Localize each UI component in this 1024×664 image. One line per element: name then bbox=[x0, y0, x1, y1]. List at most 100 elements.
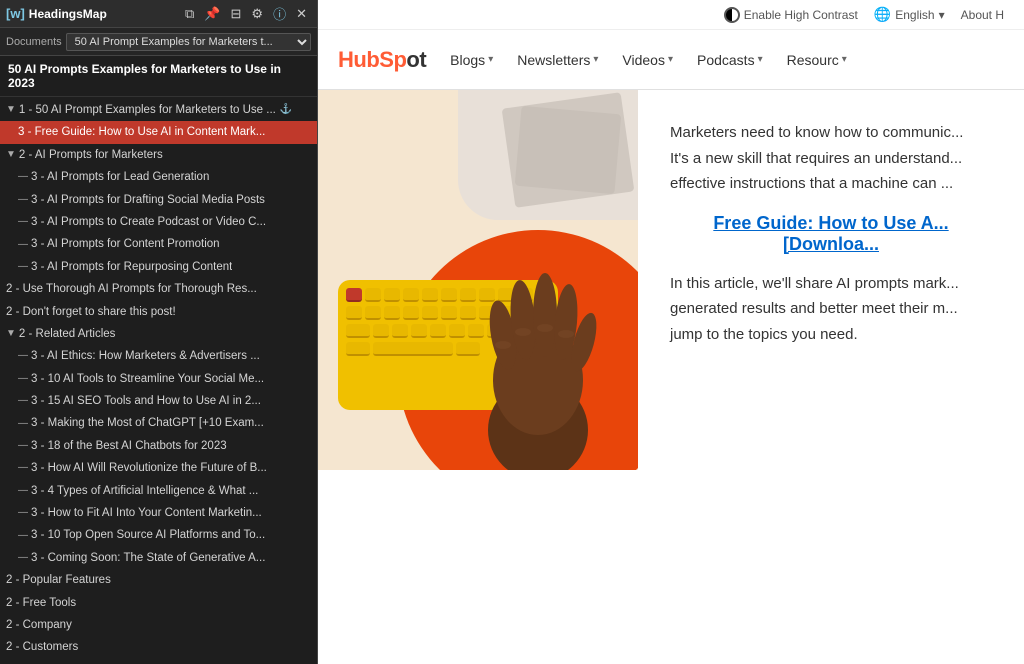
article-text-content: Marketers need to know how to communic..… bbox=[638, 90, 1024, 664]
tree-item-text: 2 - Company bbox=[6, 616, 72, 634]
language-chevron: ▾ bbox=[939, 8, 945, 22]
high-contrast-label: Enable High Contrast bbox=[744, 8, 858, 22]
nav-videos[interactable]: Videos ▾ bbox=[622, 52, 673, 68]
document-select[interactable]: 50 AI Prompt Examples for Marketers t... bbox=[66, 33, 311, 51]
tree-item-19[interactable]: —3 - How to Fit AI Into Your Content Mar… bbox=[0, 502, 317, 524]
article-paragraph-1: Marketers need to know how to communic..… bbox=[670, 120, 992, 197]
tree-toggle[interactable]: — bbox=[18, 550, 28, 566]
settings-button[interactable]: ⚙ bbox=[247, 4, 267, 24]
plugin-name: HeadingsMap bbox=[29, 7, 107, 21]
tree-toggle[interactable]: — bbox=[18, 416, 28, 432]
nav-videos-chevron: ▾ bbox=[668, 54, 673, 65]
tree-toggle[interactable]: ▼ bbox=[6, 147, 16, 163]
high-contrast-toggle[interactable]: Enable High Contrast bbox=[724, 7, 858, 23]
article-hero-image bbox=[318, 90, 638, 664]
tree-item-8[interactable]: —3 - AI Prompts for Repurposing Content bbox=[0, 256, 317, 278]
tree-item-text: 3 - 18 of the Best AI Chatbots for 2023 bbox=[31, 437, 227, 455]
tree-item-5[interactable]: —3 - AI Prompts for Drafting Social Medi… bbox=[0, 189, 317, 211]
tree-item-text: 2 - Popular Features bbox=[6, 571, 111, 589]
sidebar-toolbar: ⧉ 📌 ⊟ ⚙ ⓘ ✕ bbox=[181, 2, 311, 25]
tree-item-text: 3 - 4 Types of Artificial Intelligence &… bbox=[31, 482, 258, 500]
headings-map-sidebar: [w] HeadingsMap ⧉ 📌 ⊟ ⚙ ⓘ ✕ Documents 50… bbox=[0, 0, 318, 664]
tree-item-24[interactable]: 2 - Company bbox=[0, 614, 317, 636]
tree-item-18[interactable]: —3 - 4 Types of Artificial Intelligence … bbox=[0, 480, 317, 502]
tree-item-text: 3 - 10 Top Open Source AI Platforms and … bbox=[31, 526, 265, 544]
tree-item-3[interactable]: ▼2 - AI Prompts for Marketers bbox=[0, 144, 317, 166]
tree-toggle[interactable]: — bbox=[18, 348, 28, 364]
tree-toggle[interactable]: — bbox=[18, 460, 28, 476]
tree-toggle[interactable]: ▼ bbox=[6, 326, 16, 342]
tree-item-12[interactable]: —3 - AI Ethics: How Marketers & Advertis… bbox=[0, 345, 317, 367]
tree-item-text: 3 - How to Fit AI Into Your Content Mark… bbox=[31, 504, 262, 522]
tree-item-text: 2 - Don't forget to share this post! bbox=[6, 303, 176, 321]
about-link[interactable]: About H bbox=[961, 8, 1004, 22]
tree-item-23[interactable]: 2 - Free Tools bbox=[0, 592, 317, 614]
tree-item-text: 1 - 50 AI Prompt Examples for Marketers … bbox=[19, 101, 276, 119]
tree-item-11[interactable]: ▼2 - Related Articles bbox=[0, 323, 317, 345]
tree-item-7[interactable]: —3 - AI Prompts for Content Promotion bbox=[0, 233, 317, 255]
globe-icon: 🌐 bbox=[874, 6, 891, 23]
tree-item-text: 2 - Customers bbox=[6, 638, 78, 656]
nav-blogs-label: Blogs bbox=[450, 52, 485, 68]
language-label: English bbox=[895, 8, 934, 22]
free-guide-link[interactable]: Free Guide: How to Use A...[Downloa... bbox=[670, 213, 992, 255]
nav-newsletters[interactable]: Newsletters ▾ bbox=[517, 52, 598, 68]
tree-item-text: 3 - AI Prompts for Content Promotion bbox=[31, 235, 220, 253]
nav-podcasts-chevron: ▾ bbox=[758, 54, 763, 65]
tree-toggle[interactable]: — bbox=[18, 505, 28, 521]
tree-item-1[interactable]: ▼1 - 50 AI Prompt Examples for Marketers… bbox=[0, 99, 317, 121]
tree-toggle[interactable]: — bbox=[18, 214, 28, 230]
tree-item-25[interactable]: 2 - Customers bbox=[0, 636, 317, 658]
columns-button[interactable]: ⊟ bbox=[227, 4, 246, 24]
tree-item-text: 3 - 15 AI SEO Tools and How to Use AI in… bbox=[31, 392, 261, 410]
tree-toggle[interactable]: — bbox=[18, 393, 28, 409]
nav-resources-label: Resourc bbox=[787, 52, 839, 68]
tree-item-20[interactable]: —3 - 10 Top Open Source AI Platforms and… bbox=[0, 524, 317, 546]
tree-item-26[interactable]: 2 - Partners bbox=[0, 659, 317, 664]
tree-toggle[interactable]: — bbox=[18, 371, 28, 387]
tree-item-text: 3 - 10 AI Tools to Streamline Your Socia… bbox=[31, 370, 264, 388]
nav-podcasts[interactable]: Podcasts ▾ bbox=[697, 52, 763, 68]
close-button[interactable]: ✕ bbox=[292, 4, 311, 24]
language-selector[interactable]: 🌐 English ▾ bbox=[874, 6, 945, 23]
hubspot-navigation: HubSpot Blogs ▾ Newsletters ▾ Videos ▾ P… bbox=[318, 30, 1024, 90]
tree-item-16[interactable]: —3 - 18 of the Best AI Chatbots for 2023 bbox=[0, 435, 317, 457]
tree-item-2[interactable]: 3 - Free Guide: How to Use AI in Content… bbox=[0, 121, 317, 143]
nav-newsletters-chevron: ▾ bbox=[593, 54, 598, 65]
tree-item-9[interactable]: 2 - Use Thorough AI Prompts for Thorough… bbox=[0, 278, 317, 300]
anchor-icon: ⚓ bbox=[280, 102, 292, 118]
document-title: 50 AI Prompts Examples for Marketers to … bbox=[0, 56, 317, 97]
tree-item-14[interactable]: —3 - 15 AI SEO Tools and How to Use AI i… bbox=[0, 390, 317, 412]
info-button[interactable]: ⓘ bbox=[269, 2, 290, 25]
tree-item-22[interactable]: 2 - Popular Features bbox=[0, 569, 317, 591]
nav-blogs[interactable]: Blogs ▾ bbox=[450, 52, 493, 68]
nav-resources[interactable]: Resourc ▾ bbox=[787, 52, 847, 68]
tree-item-text: 2 - Related Articles bbox=[19, 325, 116, 343]
tree-item-13[interactable]: —3 - 10 AI Tools to Streamline Your Soci… bbox=[0, 368, 317, 390]
tree-item-15[interactable]: —3 - Making the Most of ChatGPT [+10 Exa… bbox=[0, 412, 317, 434]
hand-svg bbox=[448, 250, 628, 470]
plugin-icon: [w] bbox=[6, 6, 25, 21]
tree-toggle[interactable]: — bbox=[18, 528, 28, 544]
tree-toggle[interactable]: — bbox=[18, 259, 28, 275]
copy-button[interactable]: ⧉ bbox=[181, 4, 198, 24]
tree-toggle[interactable]: — bbox=[18, 169, 28, 185]
tree-item-text: 3 - AI Prompts for Repurposing Content bbox=[31, 258, 232, 276]
tree-toggle[interactable]: — bbox=[18, 192, 28, 208]
tree-item-text: 3 - Coming Soon: The State of Generative… bbox=[31, 549, 265, 567]
tree-item-6[interactable]: —3 - AI Prompts to Create Podcast or Vid… bbox=[0, 211, 317, 233]
hubspot-logo[interactable]: HubSpot bbox=[338, 47, 426, 73]
tree-item-4[interactable]: —3 - AI Prompts for Lead Generation bbox=[0, 166, 317, 188]
pin-button[interactable]: 📌 bbox=[200, 4, 224, 24]
tree-toggle[interactable]: — bbox=[18, 483, 28, 499]
documents-label: Documents bbox=[6, 36, 62, 48]
tree-toggle[interactable]: ▼ bbox=[6, 102, 16, 118]
nav-podcasts-label: Podcasts bbox=[697, 52, 755, 68]
sidebar-header: [w] HeadingsMap ⧉ 📌 ⊟ ⚙ ⓘ ✕ bbox=[0, 0, 317, 28]
tree-item-17[interactable]: —3 - How AI Will Revolutionize the Futur… bbox=[0, 457, 317, 479]
tree-item-21[interactable]: —3 - Coming Soon: The State of Generativ… bbox=[0, 547, 317, 569]
tree-toggle[interactable]: — bbox=[18, 438, 28, 454]
tree-item-text: 3 - How AI Will Revolutionize the Future… bbox=[31, 459, 267, 477]
tree-item-10[interactable]: 2 - Don't forget to share this post! bbox=[0, 301, 317, 323]
tree-toggle[interactable]: — bbox=[18, 237, 28, 253]
